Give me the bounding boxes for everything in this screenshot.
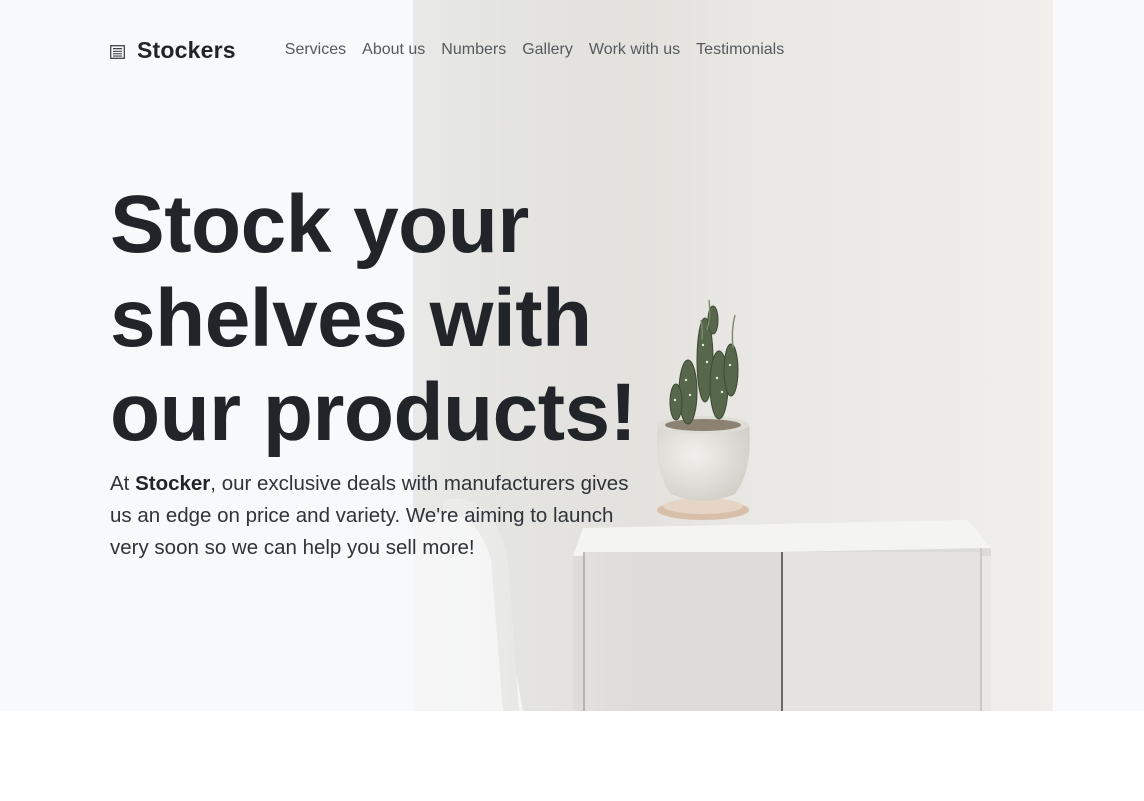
- hero-headline: Stock your shelves with our products!: [110, 178, 670, 460]
- lead-brand: Stocker: [135, 472, 211, 495]
- nav-menu: Services About us Numbers Gallery Work w…: [285, 36, 800, 64]
- headline-line: our products!: [110, 367, 637, 458]
- nav-link-testimonials[interactable]: Testimonials: [696, 36, 784, 64]
- headline-line: shelves with: [110, 273, 592, 364]
- nav-link-numbers[interactable]: Numbers: [441, 36, 506, 64]
- newspaper-icon: [110, 44, 125, 59]
- nav-link-services[interactable]: Services: [285, 36, 346, 64]
- hero-section: Stockers Services About us Numbers Galle…: [0, 0, 1144, 711]
- nav-link-gallery[interactable]: Gallery: [522, 36, 573, 64]
- brand-link[interactable]: Stockers: [110, 37, 236, 64]
- nav-link-about-us[interactable]: About us: [362, 36, 425, 64]
- headline-line: Stock your: [110, 179, 529, 270]
- top-navbar: Stockers Services About us Numbers Galle…: [110, 36, 800, 64]
- hero-lead-text: At Stocker, our exclusive deals with man…: [110, 468, 640, 564]
- nav-link-work-with-us[interactable]: Work with us: [589, 36, 680, 64]
- brand-name: Stockers: [137, 36, 236, 63]
- lead-prefix: At: [110, 472, 136, 495]
